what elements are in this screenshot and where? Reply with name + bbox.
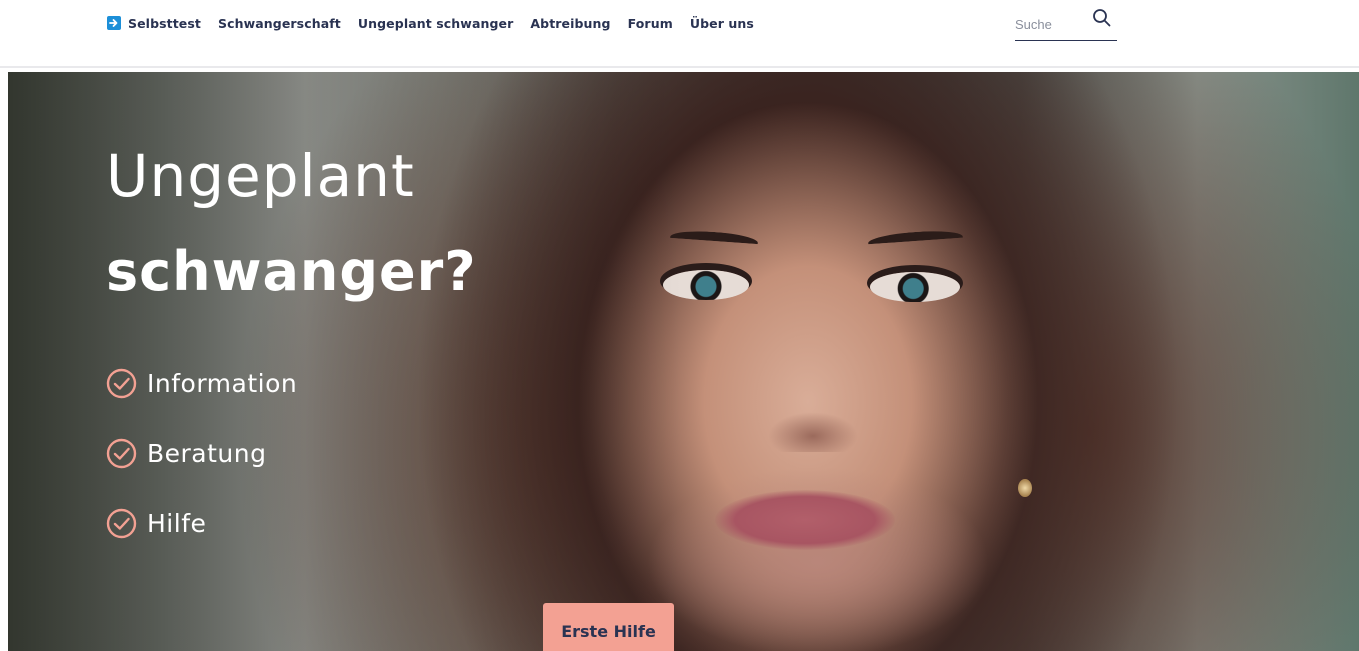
erste-hilfe-button[interactable]: Erste Hilfe	[543, 603, 674, 651]
checklist-label: Hilfe	[147, 508, 207, 538]
checklist-item-beratung: Beratung	[106, 435, 297, 471]
hero-title-line1: Ungeplant	[106, 142, 415, 210]
hero-title-line2: schwanger?	[106, 240, 477, 303]
search-input[interactable]	[1015, 14, 1085, 34]
checklist-label: Information	[147, 368, 298, 398]
checklist-item-hilfe: Hilfe	[106, 505, 297, 541]
search-icon[interactable]	[1092, 8, 1112, 30]
hero-checklist: Information Beratung Hilfe	[106, 365, 297, 575]
nav-link-ueber-uns[interactable]: Über uns	[690, 16, 754, 31]
nav-link-abtreibung[interactable]: Abtreibung	[530, 16, 610, 31]
checklist-item-information: Information	[106, 365, 297, 401]
main-nav: Selbsttest Schwangerschaft Ungeplant sch…	[107, 12, 771, 34]
nav-link-forum[interactable]: Forum	[628, 16, 673, 31]
nav-link-label: Selbsttest	[128, 15, 201, 31]
nav-link-ungeplant-schwanger[interactable]: Ungeplant schwanger	[358, 16, 514, 31]
arrow-right-square-icon	[107, 16, 121, 30]
check-circle-icon	[106, 368, 137, 398]
nav-link-selbsttest[interactable]: Selbsttest	[107, 16, 201, 31]
check-circle-icon	[106, 438, 137, 468]
check-circle-icon	[106, 508, 137, 538]
page-gutter	[0, 68, 8, 651]
nav-link-schwangerschaft[interactable]: Schwangerschaft	[218, 16, 341, 31]
search-box	[1015, 8, 1117, 41]
checklist-label: Beratung	[147, 438, 267, 468]
hero-banner: Ungeplant schwanger? Information Beratun…	[8, 72, 1359, 651]
top-navbar: Selbsttest Schwangerschaft Ungeplant sch…	[0, 0, 1359, 68]
